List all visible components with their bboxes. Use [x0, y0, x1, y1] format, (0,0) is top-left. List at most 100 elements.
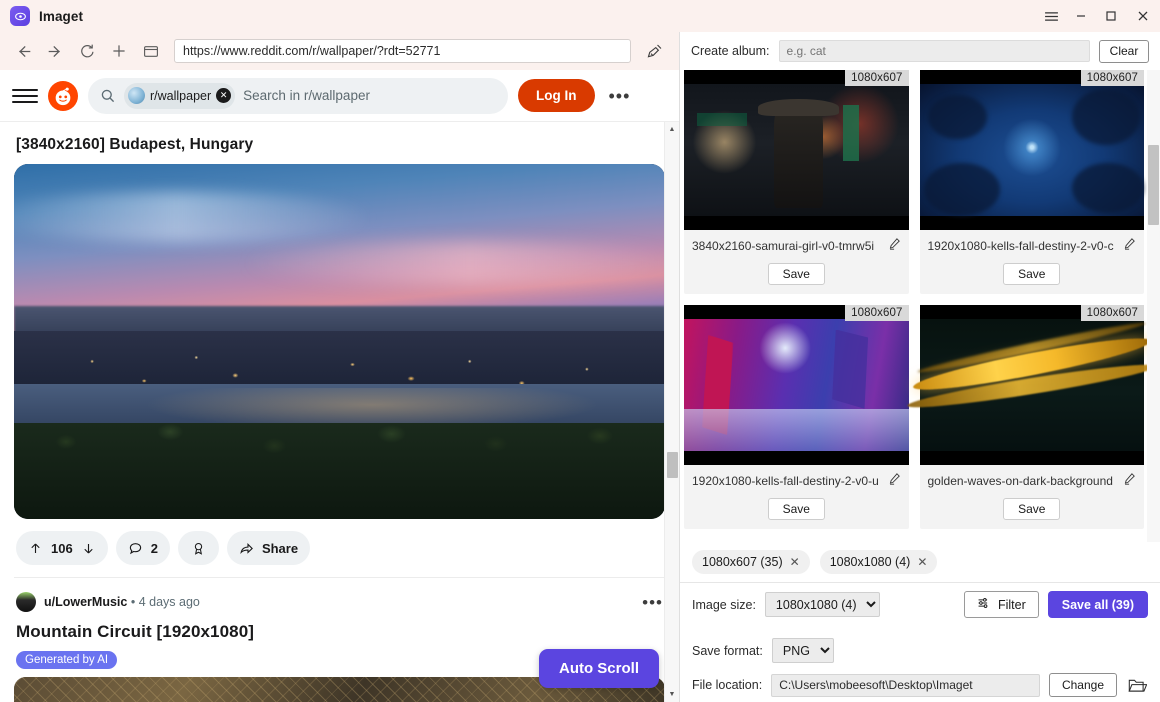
reddit-search-bar[interactable]: r/wallpaper ✕ Search in r/wallpaper: [88, 77, 508, 114]
image-thumbnail[interactable]: 1080x607: [684, 70, 909, 230]
title-bar: Imaget: [0, 0, 1160, 32]
pencil-edit-icon[interactable]: [888, 237, 901, 255]
pencil-edit-icon[interactable]: [1123, 237, 1136, 255]
image-grid: 1080x607 3840x2160-samurai-girl-v0-tmrw5…: [680, 70, 1160, 529]
url-input[interactable]: https://www.reddit.com/r/wallpaper/?rdt=…: [174, 39, 631, 63]
size-tag-label: 1080x607 (35): [702, 555, 783, 569]
reddit-feed: [3840x2160] Budapest, Hungary 106 2 Shar…: [0, 122, 679, 702]
broom-icon[interactable]: [641, 38, 667, 64]
remove-chip-icon[interactable]: ✕: [216, 88, 232, 103]
reload-icon[interactable]: [72, 36, 102, 66]
scrollbar-thumb[interactable]: [667, 452, 678, 478]
award-icon: [191, 541, 206, 556]
more-options-icon[interactable]: •••: [605, 87, 635, 105]
image-card[interactable]: 1080x607 1920x1080-kells-fall-destiny-2-…: [684, 305, 909, 529]
forward-arrow-icon[interactable]: [40, 36, 70, 66]
size-tags-row: 1080x607 (35) ✕ 1080x1080 (4) ✕: [680, 542, 1160, 582]
scroll-down-arrow-icon[interactable]: ▼: [665, 687, 679, 702]
main-body: https://www.reddit.com/r/wallpaper/?rdt=…: [0, 32, 1160, 702]
image-card[interactable]: 1080x607 3840x2160-samurai-girl-v0-tmrw5…: [684, 70, 909, 294]
comment-bubble-icon: [128, 541, 143, 556]
dimension-badge: 1080x607: [845, 305, 909, 321]
folder-open-icon[interactable]: [1126, 674, 1148, 696]
comments-pill[interactable]: 2: [115, 531, 170, 565]
file-location-input[interactable]: [771, 673, 1040, 697]
scroll-up-arrow-icon[interactable]: ▲: [665, 122, 679, 137]
post-time: 4 days ago: [138, 595, 200, 609]
subreddit-chip-label: r/wallpaper: [150, 88, 212, 103]
clear-button[interactable]: Clear: [1099, 39, 1149, 63]
share-pill[interactable]: Share: [226, 531, 311, 565]
image-caption: 1920x1080-kells-fall-destiny-2-v0-c: [920, 230, 1145, 259]
image-thumbnail[interactable]: 1080x607: [919, 70, 1144, 230]
pencil-edit-icon[interactable]: [1123, 472, 1136, 490]
maximize-icon[interactable]: [1096, 0, 1126, 32]
save-format-select[interactable]: PNG: [771, 638, 834, 663]
image-card[interactable]: 1080x607 1920x1080-kells-fall-destiny-2-…: [919, 70, 1145, 294]
subreddit-filter-chip[interactable]: r/wallpaper ✕: [124, 82, 236, 109]
reddit-logo-icon[interactable]: [48, 80, 78, 111]
share-icon: [239, 541, 254, 556]
filter-sliders-icon: [977, 596, 991, 613]
award-pill[interactable]: [177, 531, 219, 565]
size-tag[interactable]: 1080x607 (35) ✕: [692, 550, 810, 574]
size-tag[interactable]: 1080x1080 (4) ✕: [819, 550, 938, 574]
remove-tag-icon[interactable]: ✕: [790, 555, 800, 569]
share-label: Share: [261, 540, 299, 556]
post-image-budapest[interactable]: [14, 164, 665, 519]
scrollbar-thumb[interactable]: [1148, 145, 1159, 225]
minimize-icon[interactable]: [1066, 0, 1096, 32]
downvote-arrow-icon[interactable]: [81, 541, 96, 556]
hamburger-menu-icon[interactable]: [12, 83, 38, 109]
filter-button[interactable]: Filter: [963, 591, 1039, 618]
image-filename: golden-waves-on-dark-background: [927, 474, 1113, 488]
change-location-button[interactable]: Change: [1048, 673, 1117, 697]
image-card[interactable]: 1080x607 golden-waves-on-dark-background…: [906, 305, 1158, 529]
browser-scrollbar[interactable]: ▲ ▼: [664, 122, 679, 702]
file-location-row: File location: Change: [680, 668, 1160, 702]
more-options-icon[interactable]: •••: [642, 594, 663, 611]
embedded-browser: https://www.reddit.com/r/wallpaper/?rdt=…: [0, 32, 680, 702]
save-button[interactable]: Save: [1003, 263, 1061, 285]
post-action-bar: 106 2 Share: [14, 519, 665, 577]
create-album-input[interactable]: [778, 40, 1090, 62]
image-thumbnail[interactable]: 1080x607: [684, 305, 909, 465]
save-button[interactable]: Save: [767, 263, 825, 285]
pencil-edit-icon[interactable]: [888, 472, 901, 490]
window-tabs-icon[interactable]: [136, 36, 166, 66]
login-button[interactable]: Log In: [518, 79, 595, 112]
image-caption: 1920x1080-kells-fall-destiny-2-v0-u: [684, 465, 909, 494]
filter-controls-row: Image size: 1080x1080 (4) Filter Save al…: [680, 582, 1160, 626]
close-icon[interactable]: [1126, 0, 1160, 32]
image-filename: 1920x1080-kells-fall-destiny-2-v0-c: [927, 239, 1114, 253]
imaget-panel: Create album: Clear 1080x607 3840x2160-s…: [680, 32, 1160, 702]
save-button[interactable]: Save: [767, 498, 825, 520]
window-controls: [1036, 0, 1160, 32]
post-title[interactable]: [3840x2160] Budapest, Hungary: [14, 122, 665, 164]
remove-tag-icon[interactable]: ✕: [917, 555, 927, 569]
upvote-arrow-icon[interactable]: [28, 541, 43, 556]
post-author[interactable]: u/LowerMusic: [44, 595, 127, 609]
vote-pill[interactable]: 106: [16, 531, 108, 565]
image-size-select[interactable]: 1080x1080 (4): [764, 592, 880, 617]
save-all-button[interactable]: Save all (39): [1047, 591, 1148, 618]
panel-scrollbar[interactable]: [1147, 70, 1160, 542]
search-input-placeholder[interactable]: Search in r/wallpaper: [243, 88, 370, 103]
post-title-2[interactable]: Mountain Circuit [1920x1080]: [14, 620, 665, 650]
save-button[interactable]: Save: [1003, 498, 1061, 520]
plus-icon[interactable]: [104, 36, 134, 66]
create-album-label: Create album:: [691, 44, 770, 58]
back-arrow-icon[interactable]: [8, 36, 38, 66]
auto-scroll-button[interactable]: Auto Scroll: [538, 649, 659, 688]
dimension-badge: 1080x607: [845, 70, 909, 86]
meta-separator: •: [130, 595, 136, 609]
hamburger-menu-icon[interactable]: [1036, 0, 1066, 32]
image-thumbnail[interactable]: 1080x607: [906, 305, 1158, 465]
dimension-badge: 1080x607: [1080, 305, 1144, 321]
save-format-label: Save format:: [692, 643, 763, 658]
avatar[interactable]: [16, 592, 36, 612]
create-album-row: Create album: Clear: [680, 32, 1160, 70]
search-icon: [100, 88, 116, 104]
filter-label: Filter: [997, 597, 1026, 612]
subreddit-avatar: [128, 87, 145, 104]
